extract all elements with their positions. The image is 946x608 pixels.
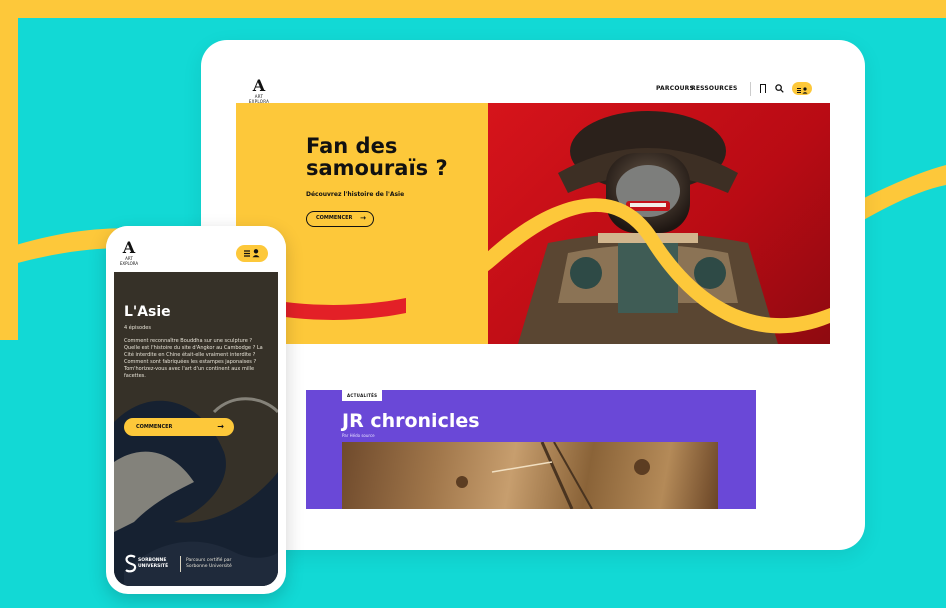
hero-subtitle: Découvrez l'histoire de l'Asie	[306, 191, 405, 198]
phone-header: A ART EXPLORA	[106, 226, 286, 272]
arrow-right-icon: →	[360, 214, 366, 222]
desktop-logo[interactable]: A ART EXPLORA	[247, 76, 271, 105]
phone-mockup: A ART EXPLORA L'Asie 4 épisodes Comment …	[106, 226, 286, 594]
search-icon[interactable]	[775, 84, 784, 93]
menu-user-icon	[244, 249, 260, 258]
arrow-right-icon: →	[217, 422, 224, 431]
course-description: Comment reconnaître Bouddha sur une scul…	[124, 338, 263, 379]
hero-title-line1: Fan des	[306, 134, 398, 158]
account-menu-button[interactable]	[792, 82, 812, 95]
partner-name-line2: UNIVERSITÉ	[138, 564, 169, 569]
news-tag: ACTUALITÉS	[342, 390, 383, 401]
hero-title-line2: samouraïs ?	[306, 156, 448, 180]
aerial-photo	[456, 441, 650, 509]
news-title: JR chronicles	[342, 410, 480, 432]
desktop-navbar: A ART EXPLORA PARCOURS RESSOURCES	[201, 40, 865, 105]
hero-banner: Fan des samouraïs ? Découvrez l'histoire…	[236, 103, 830, 344]
phone-menu-button[interactable]	[236, 245, 268, 262]
news-image	[342, 441, 718, 509]
course-title: L'Asie	[124, 304, 171, 320]
bookmark-icon[interactable]	[760, 84, 766, 93]
nav-link-parcours[interactable]: PARCOURS	[656, 85, 694, 92]
news-card[interactable]: ACTUALITÉS JR chronicles Par Hédo source	[306, 390, 756, 509]
partner-name: SORBONNE UNIVERSITÉ	[138, 558, 168, 570]
logo-mark: A	[252, 76, 266, 95]
logo-wordmark: ART EXPLORA	[119, 256, 139, 266]
nav-divider	[750, 82, 751, 96]
news-subtitle: Par Hédo source	[342, 433, 375, 438]
phone-course-card: L'Asie 4 épisodes Comment reconnaître Bo…	[114, 272, 278, 586]
course-start-label: COMMENCER	[136, 424, 173, 430]
logo-mark: A	[122, 238, 136, 257]
hero-start-label: COMMENCER	[316, 215, 353, 221]
sorbonne-logo-icon	[125, 554, 137, 573]
course-episodes: 4 épisodes	[124, 325, 151, 331]
hero-start-button[interactable]: COMMENCER →	[306, 211, 374, 227]
menu-user-icon	[797, 87, 808, 94]
partner-divider	[180, 556, 181, 572]
partner-note: Parcours certifié par Sorbonne Universit…	[186, 558, 256, 570]
partner-note-line2: Sorbonne Université	[186, 564, 232, 569]
desktop-mockup: A ART EXPLORA PARCOURS RESSOURCES Fan de…	[201, 40, 865, 550]
nav-link-ressources[interactable]: RESSOURCES	[691, 85, 738, 92]
hero-title: Fan des samouraïs ?	[306, 135, 448, 179]
phone-logo[interactable]: A ART EXPLORA	[118, 238, 140, 267]
course-start-button[interactable]: COMMENCER →	[124, 418, 234, 436]
